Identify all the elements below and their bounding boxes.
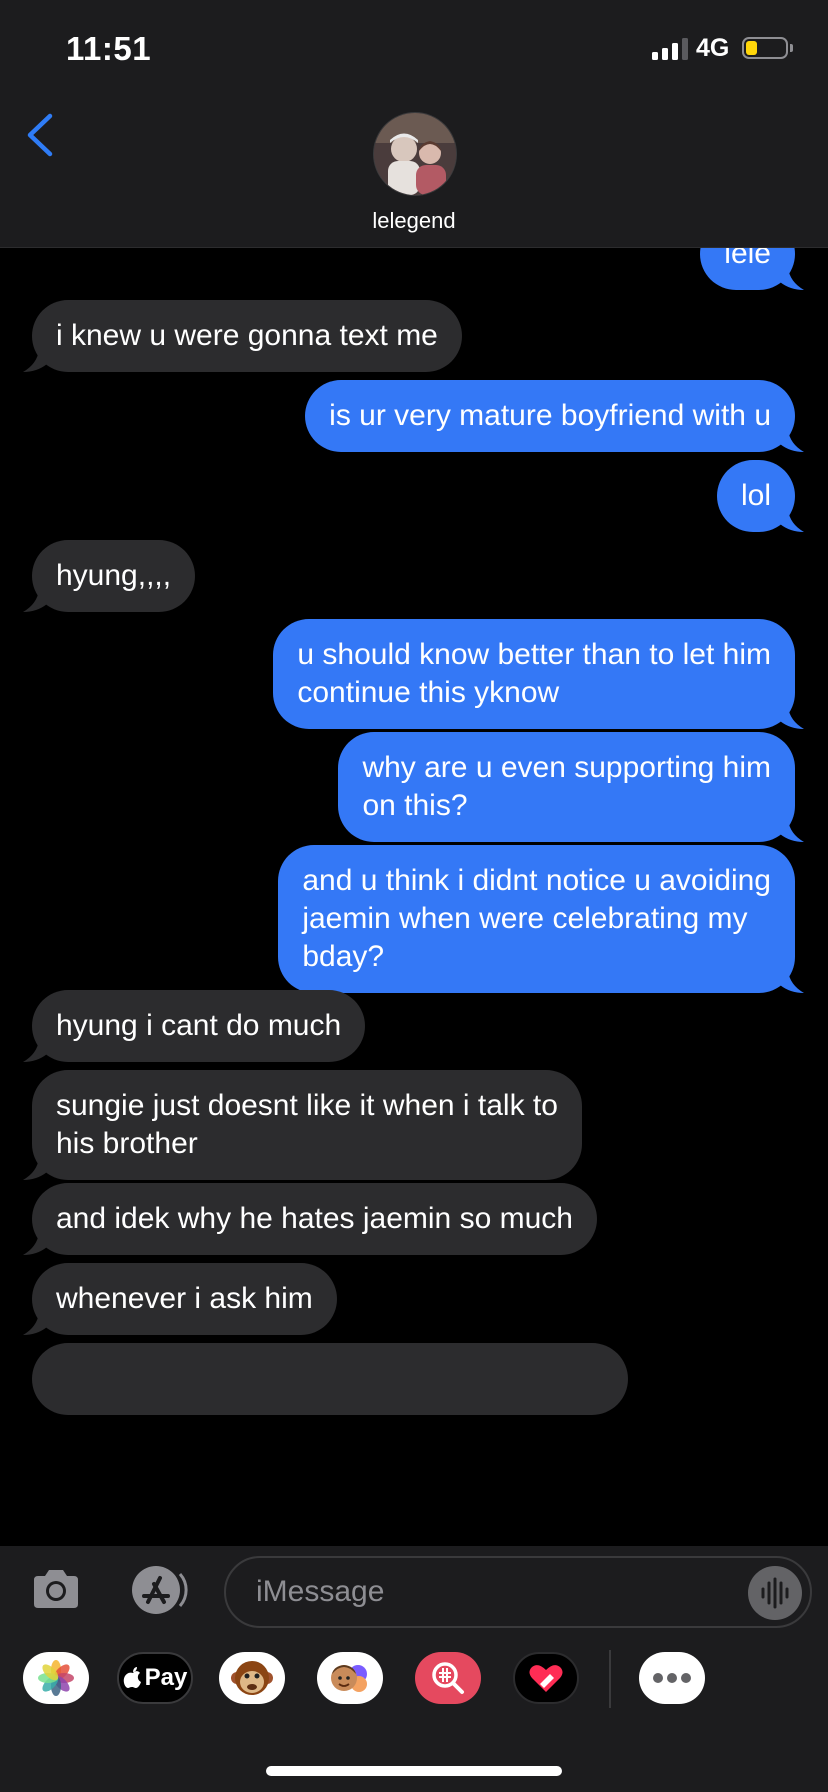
camera-button[interactable] (30, 1564, 82, 1616)
battery-level (746, 41, 757, 55)
cellular-signal-icon (652, 38, 688, 60)
message-text-line: hyung,,,, (56, 559, 172, 592)
received-message-bubble-partial[interactable] (32, 1343, 628, 1415)
digital-touch-app[interactable] (513, 1652, 579, 1704)
contact-name[interactable]: lelegend (0, 208, 828, 234)
message-text-line: whenever i ask him (56, 1282, 313, 1315)
received-message-bubble[interactable]: and idek why he hates jaemin so much (23, 1183, 597, 1255)
received-message-bubble[interactable]: whenever i ask him (23, 1263, 337, 1335)
received-message-bubble[interactable]: hyung i cant do much (23, 990, 366, 1062)
message-text-line: lol (740, 479, 771, 512)
bubble-tail (23, 590, 47, 612)
home-indicator[interactable] (266, 1766, 562, 1776)
message-text-line: and u think i didnt notice u avoiding (302, 864, 771, 897)
bubble-tail (23, 1158, 47, 1180)
app-drawer-divider (609, 1650, 611, 1708)
sent-message-bubble[interactable]: u should know better than to let him cont… (273, 619, 804, 729)
message-text-line: his brother (56, 1127, 198, 1160)
audio-message-button[interactable] (748, 1566, 802, 1620)
message-text-line: sungie just doesnt like it when i talk t… (56, 1089, 558, 1122)
chevron-left-icon (27, 113, 53, 157)
message-text-line: why are u even supporting him (362, 751, 771, 784)
ellipsis-icon (653, 1673, 691, 1683)
bubble-tail (23, 350, 47, 372)
more-apps-button[interactable] (639, 1652, 705, 1704)
app-store-icon (132, 1566, 188, 1614)
waveform-icon (761, 1577, 789, 1609)
apple-pay-icon (123, 1667, 141, 1688)
bubble-tail (780, 707, 804, 729)
message-text-line: lele (724, 248, 771, 270)
received-message-bubble[interactable]: i knew u were gonna text me (23, 300, 462, 372)
sent-message-bubble[interactable]: and u think i didnt notice u avoiding jae… (278, 845, 804, 993)
image-search-icon (432, 1662, 464, 1694)
sent-message-bubble[interactable]: why are u even supporting him on this? (338, 732, 804, 842)
message-text-line: and idek why he hates jaemin so much (56, 1202, 573, 1235)
bubble-tail (780, 268, 804, 290)
message-text-line: hyung i cant do much (56, 1009, 342, 1042)
monkey-icon (231, 1661, 273, 1695)
message-thread[interactable]: lele i knew u were gonna text me is ur ver… (0, 248, 828, 1546)
photos-icon (38, 1660, 74, 1696)
sent-message-bubble[interactable]: lele (700, 248, 804, 290)
received-message-bubble[interactable]: sungie just doesnt like it when i talk t… (23, 1070, 582, 1180)
message-text-line: u should know better than to let him (297, 638, 771, 671)
bubble-tail (23, 1313, 47, 1335)
contact-avatar[interactable] (373, 112, 457, 196)
sent-message-bubble[interactable]: is ur very mature boyfriend with u (305, 380, 804, 452)
memoji-icon (331, 1665, 367, 1692)
bubble-tail (780, 510, 804, 532)
bubble-tail (23, 1233, 47, 1255)
image-search-app[interactable] (415, 1652, 481, 1704)
message-text-line: i knew u were gonna text me (56, 319, 438, 352)
memoji-app[interactable] (317, 1652, 383, 1704)
bubble-tail (780, 430, 804, 452)
apple-pay-label: Pay (144, 1664, 188, 1691)
bubble-tail (780, 820, 804, 842)
message-input[interactable] (224, 1556, 812, 1628)
bubble-tail (23, 1040, 47, 1062)
bubble-tail (780, 971, 804, 993)
message-text-line: continue this yknow (297, 676, 560, 709)
apple-pay-app[interactable]: Pay (117, 1652, 193, 1704)
received-message-bubble[interactable]: hyung,,,, (23, 540, 196, 612)
back-button[interactable] (22, 110, 62, 160)
photos-app[interactable] (23, 1652, 89, 1704)
camera-icon (34, 1570, 78, 1608)
message-text-line: jaemin when were celebrating my (302, 902, 748, 935)
avatar-photo (374, 113, 456, 195)
message-text-line: bday? (302, 940, 385, 973)
animoji-app[interactable] (219, 1652, 285, 1704)
battery-icon (742, 37, 788, 59)
battery-nub (790, 44, 793, 52)
network-type: 4G (696, 34, 730, 62)
app-store-button[interactable] (126, 1564, 190, 1616)
message-text-line: on this? (362, 789, 468, 822)
sent-message-bubble[interactable]: lol (716, 460, 804, 532)
digital-touch-icon (529, 1665, 563, 1692)
status-time: 11:51 (66, 30, 152, 67)
conversation-header: 11:51 4G lelegend (0, 0, 828, 248)
message-text-line: is ur very mature boyfriend with u (329, 399, 771, 432)
